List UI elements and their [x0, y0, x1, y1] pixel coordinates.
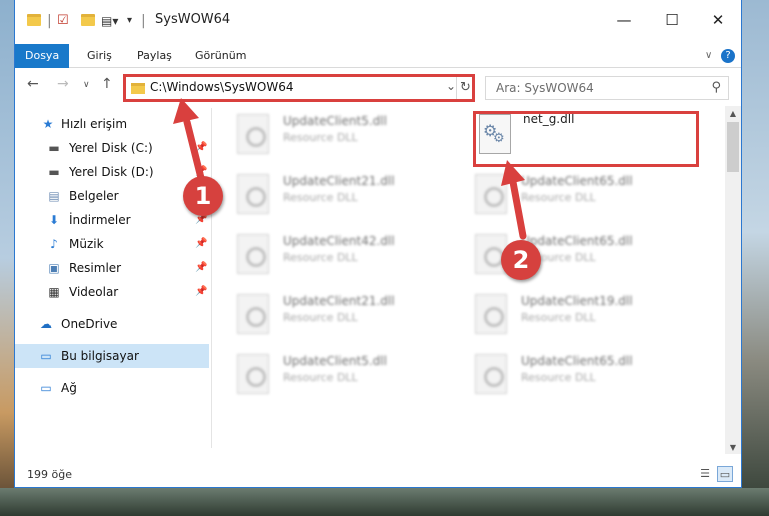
step-2-badge: 2: [501, 240, 541, 280]
step-1-badge: 1: [183, 176, 223, 216]
file-explorer-window: | ☑ ▤▾ ▾ | SysWOW64 — ☐ ✕ Dosya Giriş Pa…: [14, 0, 742, 488]
arrow-2: [501, 160, 527, 240]
desktop-background: [0, 488, 769, 516]
annotation-arrows: [173, 98, 527, 240]
arrow-1: [173, 98, 205, 182]
desktop-background: [0, 0, 14, 516]
desktop-background: [742, 0, 769, 516]
